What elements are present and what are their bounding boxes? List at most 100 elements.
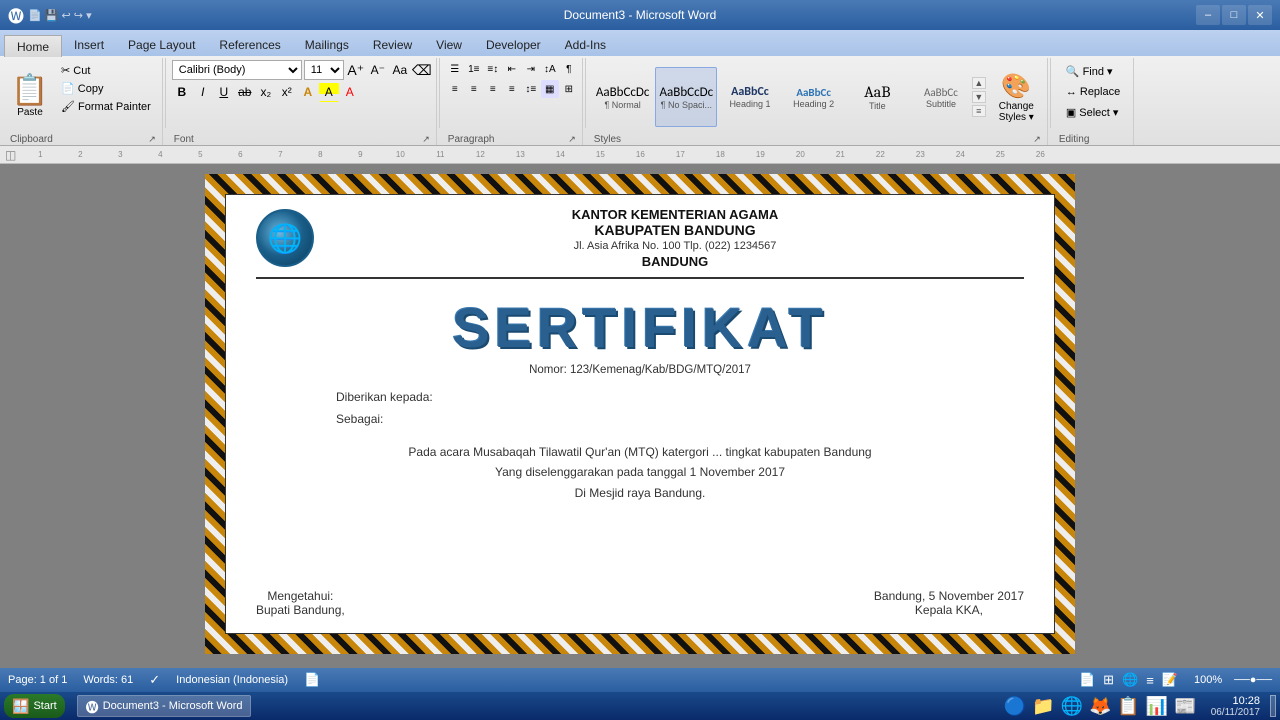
taskbar-app1-icon[interactable]: 🌐 <box>1061 696 1083 717</box>
ruler-mark: 21 <box>820 150 860 159</box>
styles-expand-icon[interactable]: ↗ <box>1033 134 1041 145</box>
taskbar-ie-icon[interactable]: 🔵 <box>1004 696 1026 717</box>
increase-indent-button[interactable]: ⇥ <box>522 60 540 78</box>
paragraph-expand-icon[interactable]: ↗ <box>568 134 576 145</box>
subscript-button[interactable]: x₂ <box>256 82 276 102</box>
copy-button[interactable]: 📄 Copy <box>56 80 156 97</box>
show-desktop-button[interactable] <box>1270 695 1276 717</box>
taskbar: 🪟 Start 🅦 Document3 - Microsoft Word 🔵 📁… <box>0 692 1280 720</box>
superscript-button[interactable]: x² <box>277 82 297 102</box>
style-subtitle[interactable]: AaBbCc Subtitle <box>910 67 972 127</box>
view-outline-icon[interactable]: ≡ <box>1146 673 1154 688</box>
taskbar-word-item[interactable]: 🅦 Document3 - Microsoft Word <box>77 695 252 717</box>
ribbon-tabs: Home Insert Page Layout References Maili… <box>0 30 1280 56</box>
editing-controls: 🔍 Find ▾ ↔ Replace ▣ Select ▾ <box>1057 60 1129 134</box>
tab-insert[interactable]: Insert <box>62 34 116 56</box>
ruler-mark: 4 <box>140 150 180 159</box>
taskbar-fm-icon[interactable]: 📁 <box>1032 696 1054 717</box>
taskbar-app5-icon[interactable]: 📰 <box>1174 696 1196 717</box>
divider-1 <box>165 58 166 128</box>
multilevel-button[interactable]: ≡↕ <box>484 60 502 78</box>
tab-references[interactable]: References <box>207 34 292 56</box>
tab-review[interactable]: Review <box>361 34 424 56</box>
underline-button[interactable]: U <box>214 82 234 102</box>
style-heading2[interactable]: AaBbCc Heading 2 <box>783 67 845 127</box>
styles-scroll-up[interactable]: ▲ <box>972 77 986 89</box>
tab-page-layout[interactable]: Page Layout <box>116 34 207 56</box>
tab-mailings[interactable]: Mailings <box>293 34 361 56</box>
justify-button[interactable]: ≡ <box>503 80 521 98</box>
tab-developer[interactable]: Developer <box>474 34 553 56</box>
taskbar-app3-icon[interactable]: 📋 <box>1117 696 1139 717</box>
show-formatting-button[interactable]: ¶ <box>560 60 578 78</box>
tab-view[interactable]: View <box>424 34 474 56</box>
style-heading1[interactable]: AaBbCc Heading 1 <box>719 67 781 127</box>
select-button[interactable]: ▣ Select ▾ <box>1059 103 1127 122</box>
start-button[interactable]: 🪟 Start <box>4 694 65 718</box>
replace-button[interactable]: ↔ Replace <box>1059 83 1127 101</box>
ruler-mark: 24 <box>940 150 980 159</box>
close-button[interactable]: ✕ <box>1248 5 1272 25</box>
font-expand-icon[interactable]: ↗ <box>422 134 430 145</box>
ruler-mark: 16 <box>620 150 660 159</box>
borders-button[interactable]: ⊞ <box>560 80 578 98</box>
font-size-select[interactable]: 11 <box>304 60 344 80</box>
align-center-button[interactable]: ≡ <box>465 80 483 98</box>
italic-button[interactable]: I <box>193 82 213 102</box>
change-styles-button[interactable]: 🎨 ChangeStyles ▾ <box>990 67 1043 128</box>
font-name-select[interactable]: Calibri (Body) <box>172 60 302 80</box>
clear-formatting-button[interactable]: ⌫ <box>412 60 432 80</box>
language-indicator[interactable]: Indonesian (Indonesia) <box>176 674 288 686</box>
align-left-button[interactable]: ≡ <box>446 80 464 98</box>
paste-button[interactable]: 📋 Paste <box>8 73 52 121</box>
change-styles-icon: 🎨 <box>1001 72 1031 101</box>
tab-addins[interactable]: Add-Ins <box>553 34 618 56</box>
ruler-mark: 14 <box>540 150 580 159</box>
text-effects-button[interactable]: A <box>298 82 318 102</box>
view-normal-icon[interactable]: 📄 <box>1079 672 1095 688</box>
bold-button[interactable]: B <box>172 82 192 102</box>
bullets-button[interactable]: ☰ <box>446 60 464 78</box>
cert-event: Pada acara Musabaqah Tilawatil Qur'an (M… <box>408 442 871 503</box>
font-color-button[interactable]: A <box>340 82 360 102</box>
view-web-icon[interactable]: 🌐 <box>1122 672 1138 688</box>
document-area[interactable]: 🌐 KANTOR KEMENTERIAN AGAMA KABUPATEN BAN… <box>0 164 1280 668</box>
grow-font-button[interactable]: A⁺ <box>346 60 366 80</box>
styles-more[interactable]: ≡ <box>972 105 986 117</box>
tab-home[interactable]: Home <box>4 35 62 57</box>
align-right-button[interactable]: ≡ <box>484 80 502 98</box>
cut-button[interactable]: ✂ Cut <box>56 62 156 79</box>
ribbon-content: 📋 Paste ✂ Cut 📄 Copy 🖌 Format Painter Cl… <box>0 56 1280 146</box>
style-title[interactable]: AaB Title <box>846 67 908 127</box>
styles-area: AaBbCcDc ¶ Normal AaBbCcDc ¶ No Spaci...… <box>592 60 1043 134</box>
change-case-button[interactable]: Aa <box>390 60 410 80</box>
format-painter-button[interactable]: 🖌 Format Painter <box>56 98 156 115</box>
minimize-button[interactable]: – <box>1196 5 1220 25</box>
view-draft-icon[interactable]: 📝 <box>1162 672 1178 688</box>
zoom-slider[interactable]: ──●── <box>1234 674 1272 686</box>
numbering-button[interactable]: 1≡ <box>465 60 483 78</box>
paragraph-controls: ☰ 1≡ ≡↕ ⇤ ⇥ ↕A ¶ ≡ ≡ ≡ ≡ ↕≡ ▦ ⊞ <box>446 60 578 134</box>
editing-group: 🔍 Find ▾ ↔ Replace ▣ Select ▾ Editing <box>1053 58 1134 145</box>
paragraph-label: Paragraph <box>448 134 495 145</box>
shading-button[interactable]: ▦ <box>541 80 559 98</box>
sort-button[interactable]: ↕A <box>541 60 559 78</box>
line-spacing-button[interactable]: ↕≡ <box>522 80 540 98</box>
style-normal[interactable]: AaBbCcDc ¶ Normal <box>592 67 654 127</box>
taskbar-app4-icon[interactable]: 📊 <box>1146 696 1168 717</box>
highlight-color-button[interactable]: A <box>319 82 339 102</box>
shrink-font-button[interactable]: A⁻ <box>368 60 388 80</box>
ruler-mark: 26 <box>1020 150 1060 159</box>
find-button[interactable]: 🔍 Find ▾ <box>1059 62 1127 81</box>
ruler-mark: 19 <box>740 150 780 159</box>
style-no-spacing[interactable]: AaBbCcDc ¶ No Spaci... <box>655 67 717 127</box>
clipboard-expand-icon[interactable]: ↗ <box>148 134 156 145</box>
taskbar-app2-icon[interactable]: 🦊 <box>1089 696 1111 717</box>
decrease-indent-button[interactable]: ⇤ <box>503 60 521 78</box>
styles-scroll-down[interactable]: ▼ <box>972 91 986 103</box>
strikethrough-button[interactable]: ab <box>235 82 255 102</box>
view-fullscreen-icon[interactable]: ⊞ <box>1103 672 1114 688</box>
maximize-button[interactable]: □ <box>1222 5 1246 25</box>
ruler-mark: 13 <box>500 150 540 159</box>
styles-label: Styles <box>594 134 621 145</box>
